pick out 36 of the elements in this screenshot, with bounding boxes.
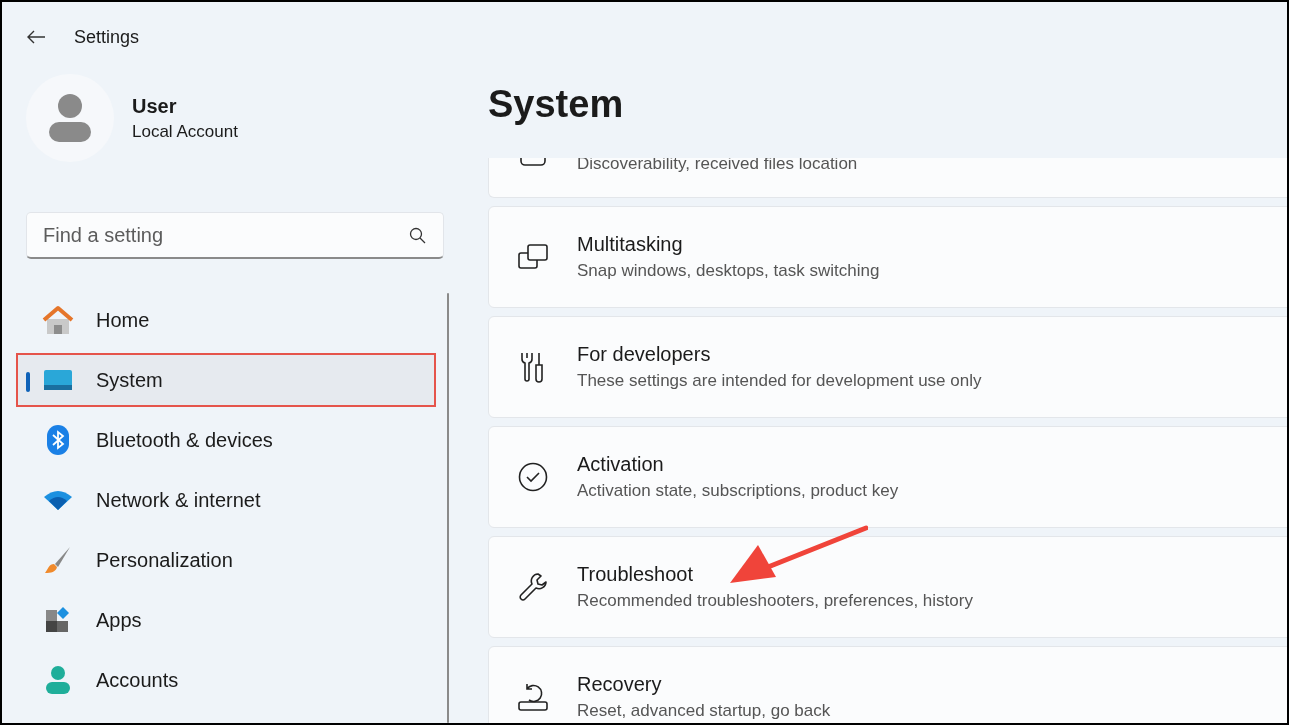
user-name: User	[132, 94, 178, 118]
card-title: Multitasking	[577, 233, 684, 256]
nav-item[interactable]: Apps	[16, 593, 436, 647]
nav-item[interactable]: Personalization	[16, 533, 436, 587]
search-icon[interactable]	[409, 227, 426, 244]
card-description: Activation state, subscriptions, product key	[577, 481, 899, 501]
search-field[interactable]: Find a setting	[26, 212, 444, 259]
settings-card[interactable]: Activation Activation state, subscriptions, product key	[488, 426, 1287, 528]
windows-icon	[518, 244, 548, 270]
nav-item[interactable]: Network & internet	[16, 473, 436, 527]
card-description: These settings are intended for development use only	[577, 371, 982, 391]
account-type: Local Account	[132, 121, 238, 142]
nav-item[interactable]: Accounts	[16, 653, 436, 707]
device-icon	[520, 158, 546, 166]
nav-item[interactable]: System	[16, 353, 436, 407]
card-title: Troubleshoot	[577, 563, 694, 586]
checkmark-circle-icon	[518, 462, 548, 492]
tools-icon	[520, 351, 546, 383]
card-title: For developers	[577, 343, 712, 366]
card-description: Snap windows, desktops, task switching	[577, 261, 880, 281]
card-title: Activation	[577, 453, 665, 476]
house-icon	[40, 305, 76, 335]
window-title: Settings	[74, 26, 140, 48]
nav-item[interactable]: Bluetooth & devices	[16, 413, 436, 467]
wrench-icon	[518, 572, 548, 602]
settings-card[interactable]: Recovery Reset, advanced startup, go back	[488, 646, 1287, 723]
card-description: Reset, advanced startup, go back	[577, 701, 831, 721]
settings-card[interactable]: Troubleshoot Recommended troubleshooters, preferences, history	[488, 536, 1287, 638]
nav-item[interactable]: Home	[16, 293, 436, 347]
recovery-icon	[518, 683, 548, 711]
card-title: Recovery	[577, 673, 663, 696]
back-arrow-icon[interactable]	[26, 30, 46, 44]
card-description: Recommended troubleshooters, preferences, history	[577, 591, 973, 611]
page-title: System	[488, 82, 625, 127]
settings-card[interactable]: For developers These settings are intended for development use only	[488, 316, 1287, 418]
settings-card[interactable]: Multitasking Snap windows, desktops, task switching	[488, 206, 1287, 308]
